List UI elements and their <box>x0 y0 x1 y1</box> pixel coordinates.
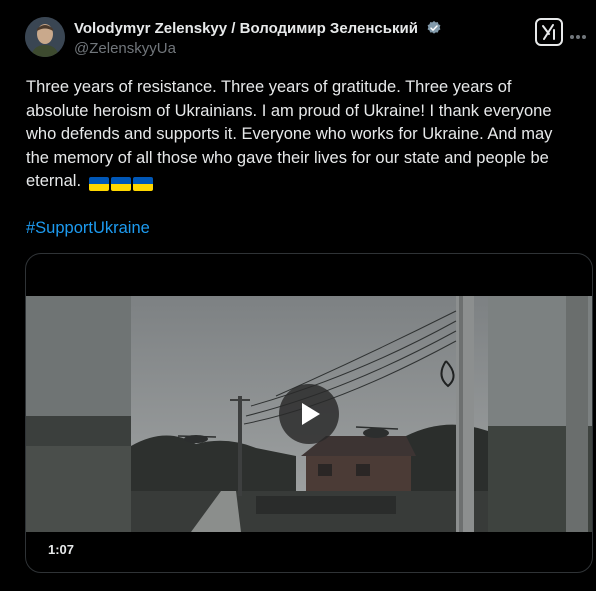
post-text: Three years of resistance. Three years o… <box>26 76 578 196</box>
ukraine-flag-icon <box>88 176 109 191</box>
more-icon[interactable] <box>570 26 592 39</box>
hashtag-link[interactable]: #SupportUkraine <box>26 219 150 238</box>
author-name[interactable]: Volodymyr Zelenskyy / Володимир Зеленськ… <box>74 20 442 40</box>
ukraine-flag-icon <box>132 176 153 191</box>
grok-button[interactable] <box>535 18 563 46</box>
flag-emojis <box>88 172 155 196</box>
video-player[interactable]: 1:07 <box>25 253 593 573</box>
avatar[interactable] <box>25 17 65 57</box>
video-duration: 1:07 <box>48 542 75 557</box>
author-display-name[interactable]: Volodymyr Zelenskyy / Володимир Зеленськ… <box>74 20 418 37</box>
play-icon <box>302 403 320 425</box>
verified-badge-icon <box>426 20 442 40</box>
ukraine-flag-icon <box>110 176 131 191</box>
post: Volodymyr Zelenskyy / Володимир Зеленськ… <box>0 0 596 591</box>
grok-icon <box>542 24 555 40</box>
play-button[interactable] <box>279 384 339 444</box>
author-handle[interactable]: @ZelenskyyUa <box>74 40 176 57</box>
